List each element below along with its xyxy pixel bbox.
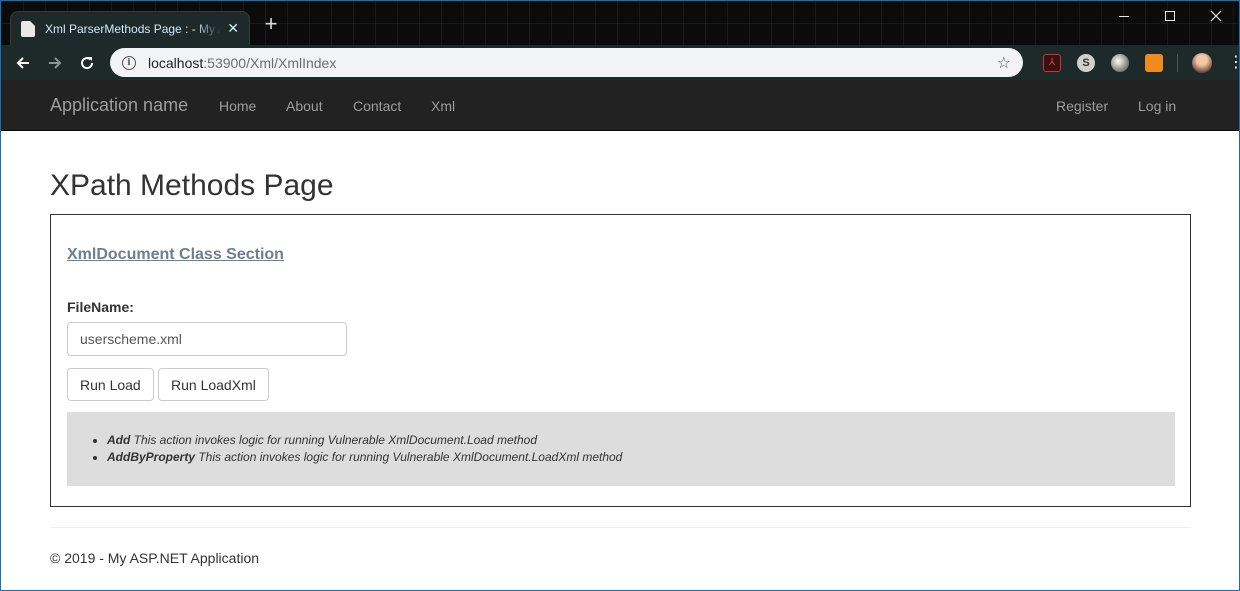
browser-window: Xml ParserMethods Page : - My ASP.NET Ap… (0, 0, 1240, 591)
nav-about[interactable]: About (286, 98, 323, 114)
browser-toolbar: i localhost :53900/Xml/XmlIndex ☆ ⅄ S ⋮ (1, 45, 1239, 80)
browser-tab[interactable]: Xml ParserMethods Page : - My ASP.NET Ap… (10, 11, 250, 45)
close-window-button[interactable] (1193, 1, 1239, 31)
browser-menu-icon[interactable]: ⋮ (1228, 54, 1239, 70)
info-list: Add This action invokes logic for runnin… (67, 432, 1175, 466)
nav-contact[interactable]: Contact (353, 98, 401, 114)
toolbar-separator (1177, 53, 1178, 72)
address-bar[interactable]: i localhost :53900/Xml/XmlIndex ☆ (110, 48, 1023, 77)
info-term: AddByProperty (107, 450, 196, 464)
minimize-button[interactable] (1101, 1, 1147, 31)
info-box: Add This action invokes logic for runnin… (67, 412, 1175, 486)
browser-titlebar: Xml ParserMethods Page : - My ASP.NET Ap… (1, 1, 1239, 45)
tab-title: Xml ParserMethods Page : - My ASP.NET Ap… (45, 21, 221, 36)
section-link[interactable]: XmlDocument Class Section (67, 246, 284, 264)
run-loadxml-button[interactable]: Run LoadXml (158, 368, 269, 401)
arrow-right-icon (49, 56, 62, 69)
list-item: Add This action invokes logic for runnin… (107, 432, 1175, 449)
run-load-button[interactable]: Run Load (67, 368, 154, 401)
info-term: Add (107, 433, 131, 447)
sphere-extension-icon[interactable] (1111, 53, 1129, 72)
arrow-left-icon (16, 56, 29, 69)
window-controls (1101, 1, 1239, 31)
orange-extension-icon[interactable] (1145, 53, 1163, 72)
new-tab-button[interactable]: + (259, 13, 283, 37)
page-favicon-icon (21, 20, 35, 37)
filename-input[interactable] (67, 322, 347, 356)
minimize-icon (1119, 15, 1129, 17)
skype-extension-icon[interactable]: S (1077, 53, 1095, 72)
maximize-button[interactable] (1147, 1, 1193, 31)
close-icon (1210, 10, 1222, 22)
info-desc: This action invokes logic for running Vu… (130, 433, 537, 447)
info-desc: This action invokes logic for running Vu… (195, 450, 623, 464)
xml-document-panel: XmlDocument Class Section FileName: Run … (50, 214, 1191, 507)
maximize-icon (1165, 11, 1175, 21)
nav-xml[interactable]: Xml (431, 98, 455, 114)
forward-button[interactable] (39, 47, 71, 79)
bookmark-star-icon[interactable]: ☆ (997, 53, 1011, 73)
back-button[interactable] (7, 47, 39, 79)
url-path: :53900/Xml/XmlIndex (203, 54, 337, 71)
reload-button[interactable] (71, 47, 103, 79)
profile-avatar[interactable] (1192, 52, 1212, 73)
extensions-area: ⅄ S ⋮ (1035, 45, 1239, 80)
site-info-icon[interactable]: i (122, 55, 136, 70)
pdf-extension-icon[interactable]: ⅄ (1043, 53, 1061, 72)
footer-text: © 2019 - My ASP.NET Application (50, 550, 260, 566)
nav-register[interactable]: Register (1056, 98, 1108, 114)
page-title: XPath Methods Page (50, 169, 334, 202)
list-item: AddByProperty This action invokes logic … (107, 449, 1175, 466)
reload-icon (81, 56, 94, 69)
brand-link[interactable]: Application name (50, 95, 188, 116)
site-navbar: Application name Home About Contact Xml … (1, 80, 1239, 131)
filename-label: FileName: (67, 299, 134, 315)
footer-divider (50, 527, 1191, 528)
tab-close-icon[interactable]: ✕ (227, 20, 239, 37)
url-host: localhost (148, 54, 204, 71)
nav-login[interactable]: Log in (1138, 98, 1176, 114)
nav-home[interactable]: Home (219, 98, 256, 114)
